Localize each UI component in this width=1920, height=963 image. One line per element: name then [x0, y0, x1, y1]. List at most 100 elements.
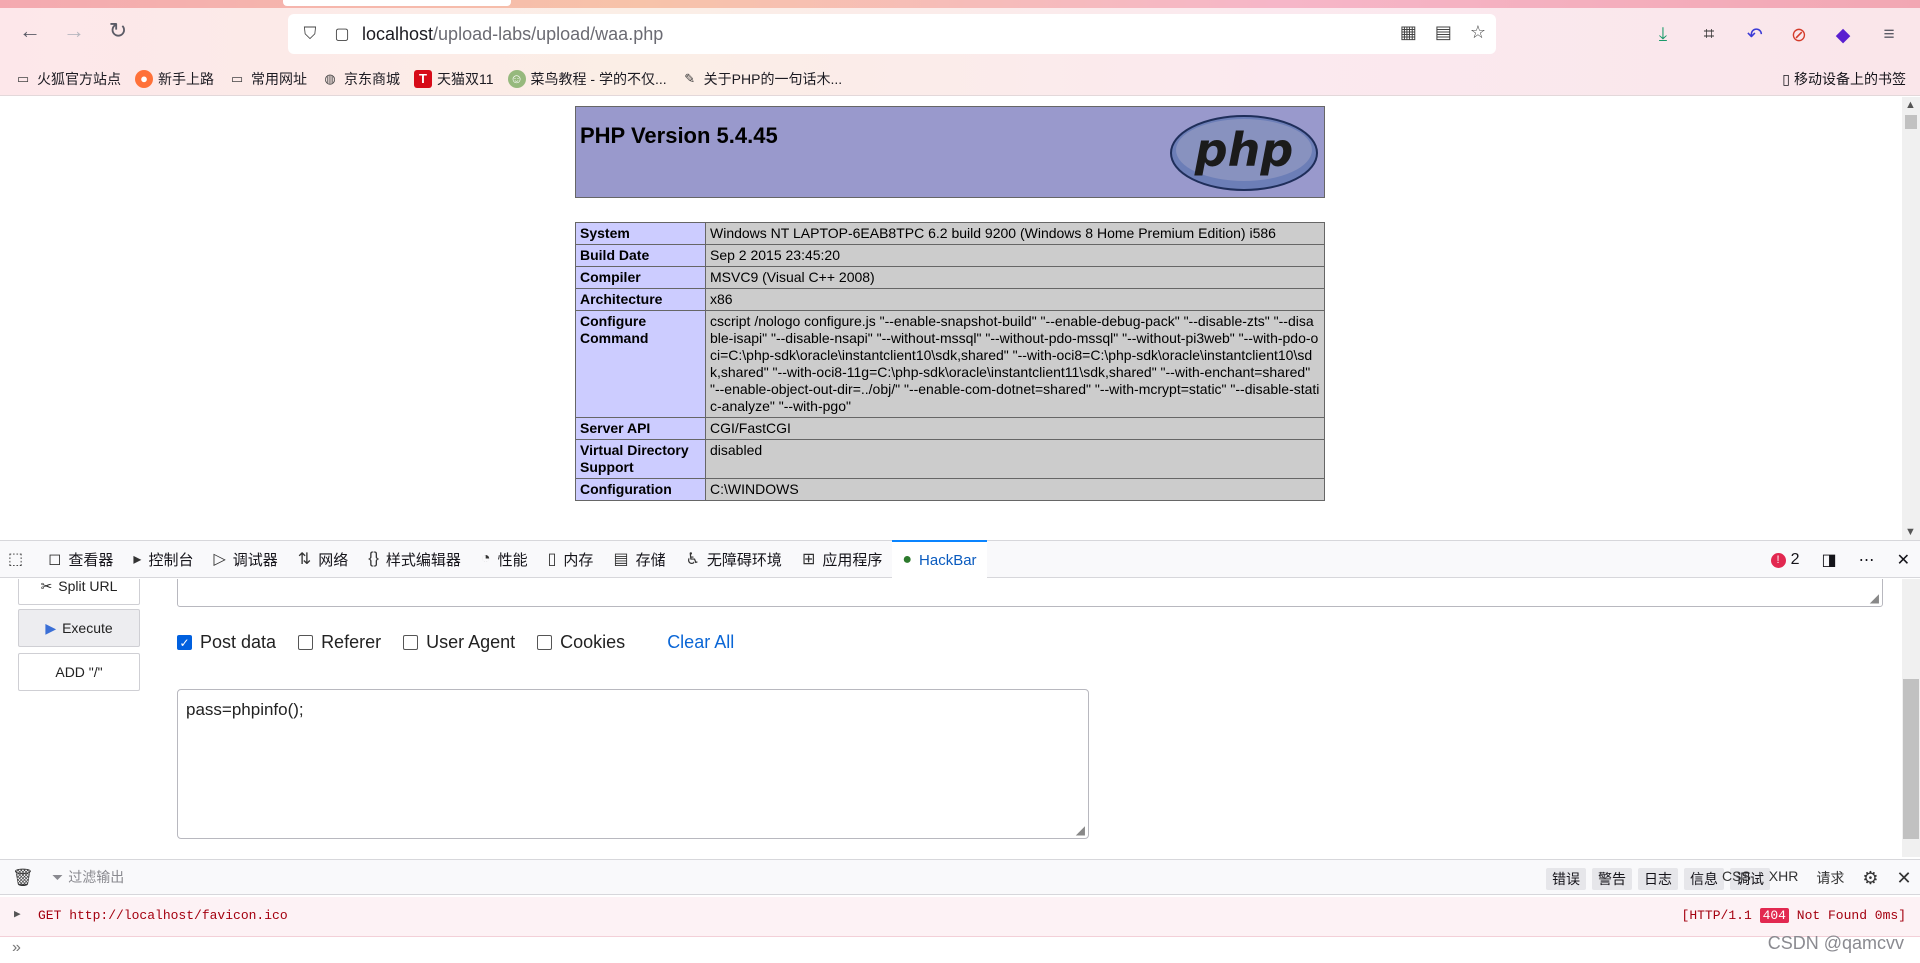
error-count-label: 2 [1790, 551, 1800, 568]
bookmark-item[interactable]: ▭ 常用网址 [228, 69, 307, 89]
devtools-tab-accessibility[interactable]: ♿ 无障碍环境 [676, 540, 792, 578]
checkbox-box [537, 635, 553, 650]
bookmark-item[interactable]: ● 新手上路 [135, 69, 214, 89]
accessibility-icon: ♿ [685, 551, 700, 568]
pen-icon: ✎ [684, 70, 696, 86]
php-info-value: Sep 2 2015 23:45:20 [705, 244, 1325, 267]
qr-code-icon[interactable]: ▦ [1400, 22, 1417, 43]
checkbox-label: Referer [321, 632, 382, 652]
bookmark-item[interactable]: ☺ 菜鸟教程 - 学的不仅... [507, 69, 667, 89]
filter-info-button[interactable]: 信息 [1684, 868, 1724, 890]
crop-icon[interactable]: ⌗ [1696, 22, 1722, 48]
tracking-shield-icon[interactable]: ⛉ [298, 24, 322, 44]
scroll-thumb[interactable] [1905, 115, 1917, 129]
extension-diamond-icon[interactable]: ◆ [1830, 22, 1856, 48]
php-version-title: PHP Version 5.4.45 [580, 123, 778, 148]
devtools-tab-console[interactable]: ▸ 控制台 [123, 540, 203, 578]
bookmark-label: 常用网址 [251, 70, 307, 87]
extension-icon[interactable]: ⊘ [1786, 22, 1812, 48]
devtools-tab-style-editor[interactable]: {} 样式编辑器 [358, 540, 471, 578]
devtools-tab-label: 控制台 [148, 551, 194, 569]
error-count[interactable]: ! 2 [1770, 551, 1800, 569]
devtools-tab-performance[interactable]: ◔ 性能 [471, 540, 538, 578]
url-textarea[interactable]: ◢ [177, 579, 1883, 607]
url-text[interactable]: localhost/upload-labs/upload/waa.php [362, 24, 663, 45]
checkbox-label: Cookies [560, 632, 626, 652]
filter-css-button[interactable]: CSS [1722, 868, 1751, 889]
add-slash-button[interactable]: ADD "/" [18, 653, 140, 691]
bookmark-label: 新手上路 [158, 70, 214, 87]
page-scrollbar[interactable]: ▲ ▼ [1902, 97, 1920, 540]
bookmark-item[interactable]: ◍ 京东商城 [321, 69, 400, 89]
devtools-tab-network[interactable]: ⇅ 网络 [288, 540, 358, 578]
console-message-row[interactable]: ▶ GET http://localhost/favicon.ico [HTTP… [0, 897, 1920, 937]
console-icon: ▸ [133, 551, 142, 568]
devtools-tab-inspector[interactable]: ◻ 查看器 [38, 540, 123, 578]
devtools-tab-storage[interactable]: ▤ 存储 [603, 540, 675, 578]
url-bar[interactable]: ⛉ ▢ localhost/upload-labs/upload/waa.php… [288, 14, 1496, 54]
mobile-bookmarks[interactable]: ▯ 移动设备上的书签 [1782, 69, 1906, 89]
back-arrow-icon[interactable]: ← [14, 15, 46, 47]
php-info-key: Server API [575, 417, 706, 440]
bookmark-item[interactable]: ✎ 关于PHP的一句话木... [681, 69, 842, 89]
svg-text:php: php [1194, 123, 1294, 177]
php-info-value: disabled [705, 439, 1325, 479]
more-options-icon[interactable]: ⋯ [1859, 550, 1875, 570]
devtools-tab-memory[interactable]: ▯ 内存 [538, 540, 604, 578]
filter-xhr-button[interactable]: XHR [1769, 868, 1799, 889]
devtools-tab-label: 应用程序 [822, 551, 883, 569]
bookmark-item[interactable]: ▭ 火狐官方站点 [14, 69, 121, 89]
expand-arrow-icon[interactable]: ▶ [14, 907, 21, 921]
trash-icon[interactable]: 🗑 [12, 868, 34, 888]
filter-logs-button[interactable]: 日志 [1638, 868, 1678, 890]
referer-checkbox[interactable]: Referer [298, 632, 381, 653]
filter-errors-button[interactable]: 错误 [1546, 868, 1586, 890]
filter-warnings-button[interactable]: 警告 [1592, 868, 1632, 890]
csdn-watermark: CSDN @qamcvv [1767, 933, 1904, 953]
scroll-up-icon[interactable]: ▲ [1905, 99, 1916, 111]
element-picker-icon[interactable]: ⬚ [0, 540, 38, 578]
php-info-value: Windows NT LAPTOP-6EAB8TPC 6.2 build 920… [705, 222, 1325, 245]
filter-requests-button[interactable]: 请求 [1816, 868, 1844, 889]
undo-icon[interactable]: ↶ [1742, 22, 1768, 48]
bookmark-star-icon[interactable]: ☆ [1470, 22, 1486, 43]
performance-icon: ◔ [480, 550, 491, 567]
devtools-tab-label: 性能 [497, 551, 528, 569]
reader-view-icon[interactable]: ▤ [1435, 22, 1452, 43]
close-console-icon[interactable]: ✕ [1897, 868, 1912, 889]
globe-icon: ◍ [324, 70, 336, 86]
resize-grip-icon[interactable]: ◢ [1870, 591, 1879, 605]
reload-icon[interactable]: ↻ [102, 15, 134, 47]
execute-button[interactable]: ▶ Execute [18, 609, 140, 647]
devtools-tab-hackbar[interactable]: ● HackBar [892, 540, 987, 578]
resize-grip-icon[interactable]: ◢ [1076, 823, 1085, 837]
dock-side-icon[interactable]: ◨ [1821, 550, 1836, 570]
close-devtools-icon[interactable]: ✕ [1897, 550, 1910, 570]
scroll-down-icon[interactable]: ▼ [1905, 526, 1916, 538]
inspector-icon: ◻ [48, 551, 62, 568]
post-data-textarea[interactable]: pass=phpinfo(); ◢ [177, 689, 1089, 839]
bookmark-item[interactable]: T 天猫双11 [414, 69, 494, 89]
active-tab-edge[interactable] [283, 0, 511, 6]
console-settings-icon[interactable]: ⚙ [1862, 868, 1878, 889]
downloads-icon[interactable]: ⤓ [1650, 22, 1676, 48]
checkbox-box [403, 635, 419, 650]
console-input[interactable]: » [0, 937, 1920, 963]
hackbar-scroll-thumb[interactable] [1903, 679, 1919, 839]
post-data-checkbox[interactable]: ✓ Post data [177, 632, 276, 653]
devtools-tab-application[interactable]: ⊞ 应用程序 [792, 540, 892, 578]
page-info-icon[interactable]: ▢ [332, 24, 352, 44]
console-filter-input[interactable]: ⏷ 过滤输出 [52, 867, 124, 887]
bookmarks-bar: ▭ 火狐官方站点 ● 新手上路 ▭ 常用网址 ◍ 京东商城 T 天猫双11 ☺ 菜鸟教程 -… [0, 62, 1920, 96]
php-info-row: Configure Command cscript /nologo configu… [575, 310, 1325, 418]
folder-icon: ▭ [16, 70, 30, 86]
debugger-icon: ▷ [213, 551, 226, 568]
forward-arrow-icon[interactable]: → [58, 15, 90, 47]
menu-hamburger-icon[interactable]: ≡ [1876, 22, 1902, 48]
user-agent-checkbox[interactable]: User Agent [403, 632, 515, 653]
hackbar-panel: ✂ Split URL ▶ Execute ADD "/" ◢ ✓ Post data… [0, 579, 1920, 857]
cookies-checkbox[interactable]: Cookies [537, 632, 625, 653]
devtools-tab-debugger[interactable]: ▷ 调试器 [203, 540, 287, 578]
clear-all-link[interactable]: Clear All [667, 632, 734, 653]
split-url-button[interactable]: ✂ Split URL [18, 579, 140, 605]
